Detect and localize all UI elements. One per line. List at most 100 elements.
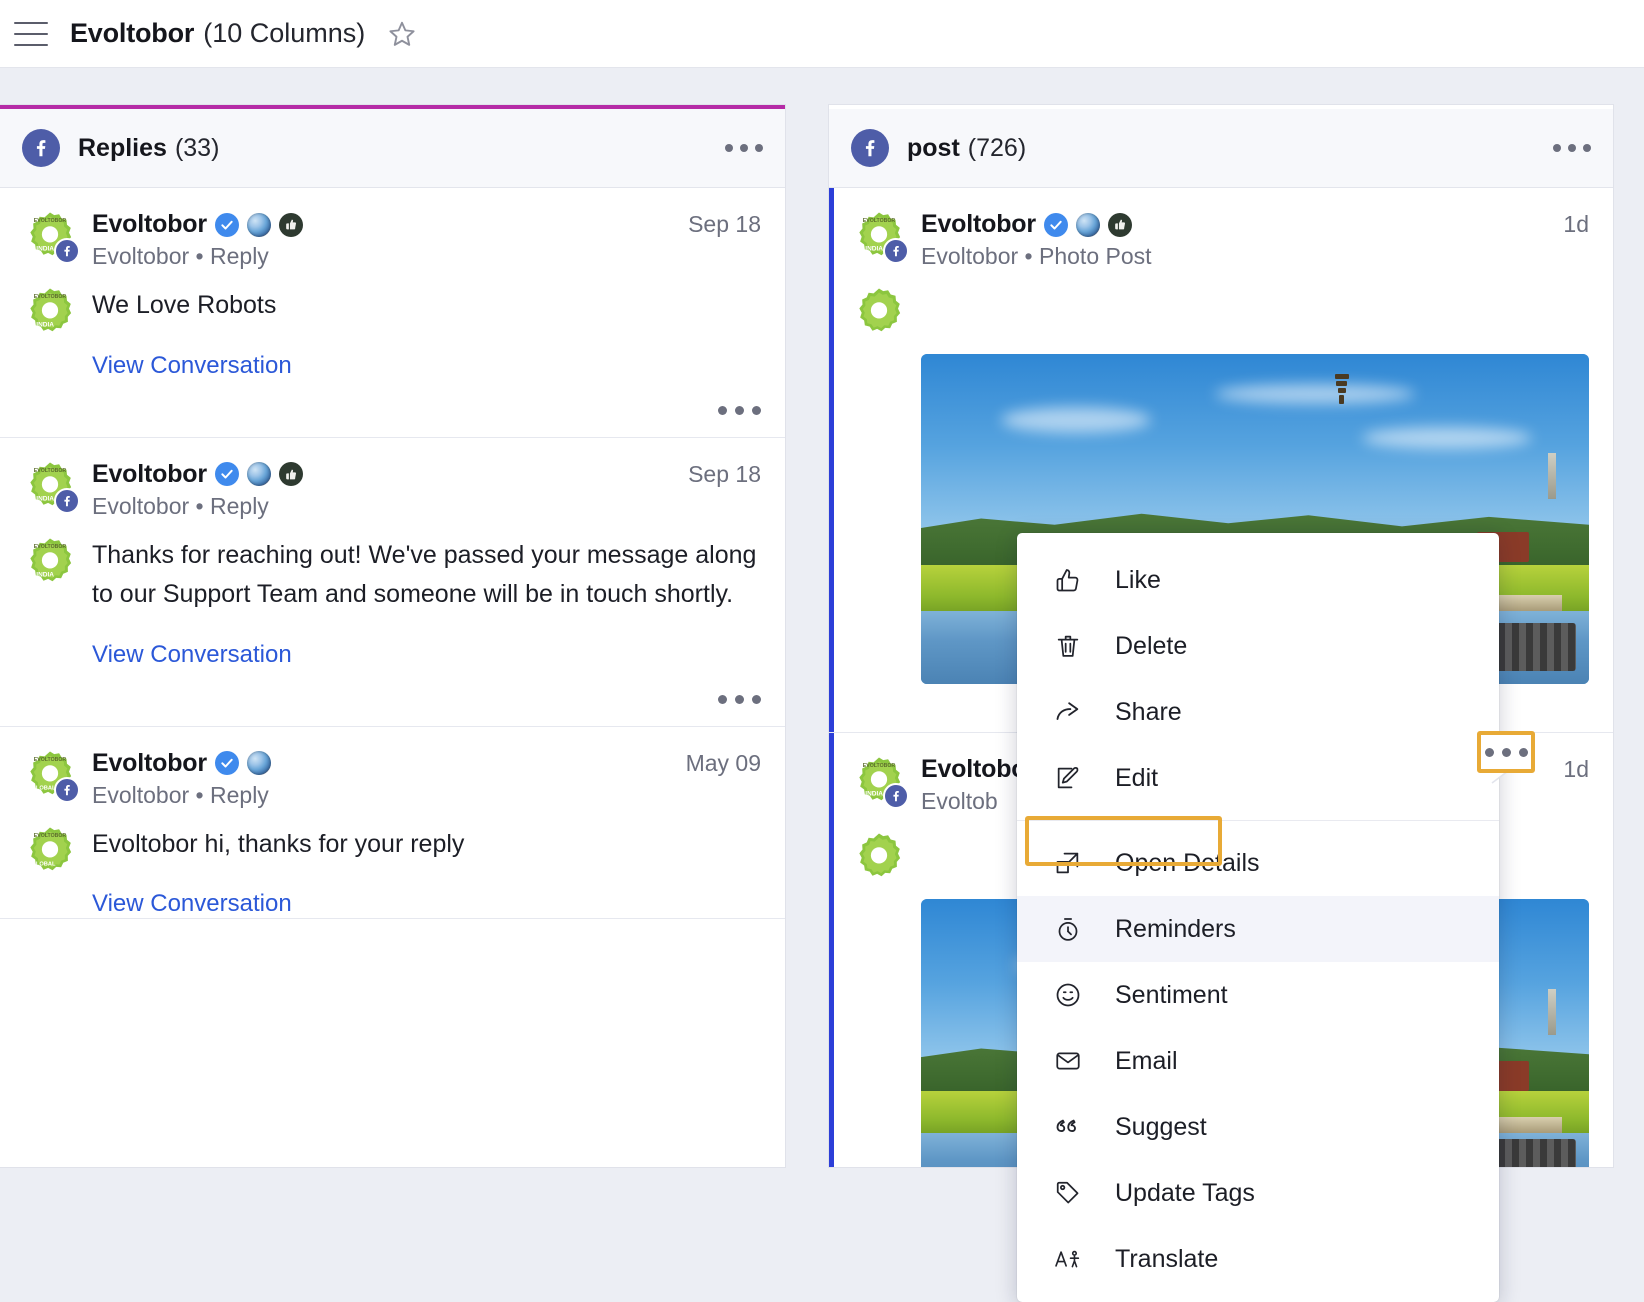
page-title: Evoltobor <box>70 18 195 48</box>
message-avatar: EVOLTOBOR INDIA <box>24 536 76 669</box>
gear-icon: EVOLTOBOR GLOBAL <box>30 826 72 870</box>
gear-icon <box>859 288 901 332</box>
menu-divider <box>1017 820 1499 821</box>
thumbs-up-icon <box>1051 563 1085 597</box>
facebook-icon <box>22 129 60 167</box>
evoltobor-gear-avatar: EVOLTOBOR INDIA <box>853 210 909 264</box>
timestamp: Sep 18 <box>688 460 761 487</box>
menu-item-email[interactable]: Email <box>1017 1028 1499 1094</box>
message-avatar: EVOLTOBOR INDIA <box>24 286 76 380</box>
facebook-icon <box>54 487 80 514</box>
share-arrow-icon <box>1051 695 1085 729</box>
post-more-options-button-highlighted[interactable] <box>1477 731 1535 773</box>
menu-item-update-tags[interactable]: Update Tags <box>1017 1160 1499 1226</box>
menu-item-share[interactable]: Share <box>1017 679 1499 745</box>
menu-item-label: Email <box>1115 1046 1178 1075</box>
envelope-icon <box>1051 1044 1085 1078</box>
thumb-badge-icon <box>1107 212 1132 237</box>
gear-icon <box>859 833 901 877</box>
menu-item-label: Delete <box>1115 631 1188 660</box>
verified-badge-icon <box>1043 212 1068 237</box>
facebook-icon <box>54 238 80 264</box>
thumb-badge-icon <box>278 462 303 486</box>
svg-text:INDIA: INDIA <box>36 571 54 578</box>
list-item[interactable]: EVOLTOBOR INDIA Evoltobor <box>0 188 785 438</box>
list-item[interactable]: EVOLTOBOR GLOBAL Evoltobor May 09 Evolto… <box>0 726 785 919</box>
menu-item-label: Like <box>1115 565 1161 594</box>
facebook-icon <box>851 129 889 167</box>
menu-item-open-details[interactable]: Open Details <box>1017 830 1499 896</box>
column-count: (726) <box>967 133 1027 162</box>
menu-item-reminders[interactable]: Reminders <box>1017 896 1499 962</box>
facebook-icon <box>883 783 909 809</box>
hamburger-icon[interactable] <box>14 21 48 46</box>
svg-text:EVOLTOBOR: EVOLTOBOR <box>34 833 67 839</box>
message-avatar: EVOLTOBOR GLOBAL <box>24 825 76 919</box>
svg-text:EVOLTOBOR: EVOLTOBOR <box>34 218 67 224</box>
menu-item-translate[interactable]: Translate <box>1017 1226 1499 1292</box>
star-icon[interactable] <box>387 19 417 49</box>
message-avatar <box>853 286 905 338</box>
menu-item-like[interactable]: Like <box>1017 547 1499 613</box>
list-item[interactable]: EVOLTOBOR INDIA Evoltobor <box>0 437 785 727</box>
menu-item-label: Suggest <box>1115 1112 1207 1141</box>
svg-text:EVOLTOBOR: EVOLTOBOR <box>34 294 67 300</box>
pencil-edit-icon <box>1051 761 1085 795</box>
globe-badge-icon <box>246 462 271 486</box>
avatar-region-label: INDIA <box>36 246 54 253</box>
menu-item-label: Reminders <box>1115 914 1236 943</box>
view-conversation-link[interactable]: View Conversation <box>92 890 292 918</box>
menu-item-label: Open Details <box>1115 848 1260 877</box>
column-header-replies: Replies (33) <box>0 109 785 188</box>
verified-badge-icon <box>214 212 239 237</box>
column-more-options-icon[interactable] <box>725 144 763 152</box>
menu-item-label: Sentiment <box>1115 980 1228 1009</box>
gear-icon: EVOLTOBOR INDIA <box>30 288 72 332</box>
menu-item-delete[interactable]: Delete <box>1017 613 1499 679</box>
post-meta: Evoltobor • Photo Post <box>921 243 1152 269</box>
gear-icon: EVOLTOBOR INDIA <box>30 537 72 581</box>
message-avatar <box>853 831 905 883</box>
thumb-badge-icon <box>278 212 303 237</box>
more-options-icon[interactable] <box>718 405 761 415</box>
message-text: Evoltobor hi, thanks for your reply <box>92 829 465 858</box>
message-text: We Love Robots <box>92 291 277 319</box>
column-more-options-icon[interactable] <box>1553 144 1591 152</box>
stopwatch-icon <box>1051 912 1085 946</box>
avatar-region-label: GLOBAL <box>32 785 56 791</box>
svg-text:EVOLTOBOR: EVOLTOBOR <box>34 757 67 763</box>
author-name: Evoltobor <box>92 459 207 488</box>
svg-text:INDIA: INDIA <box>36 322 54 329</box>
avatar-region-label: INDIA <box>865 246 883 253</box>
menu-item-suggest[interactable]: Suggest <box>1017 1094 1499 1160</box>
menu-item-edit[interactable]: Edit <box>1017 745 1499 811</box>
globe-badge-icon <box>246 212 271 237</box>
menu-item-label: Edit <box>1115 763 1159 792</box>
more-options-icon[interactable] <box>718 694 761 704</box>
svg-text:EVOLTOBOR: EVOLTOBOR <box>34 544 67 550</box>
view-conversation-link[interactable]: View Conversation <box>92 352 292 380</box>
tag-icon <box>1051 1176 1085 1210</box>
menu-item-label: Share <box>1115 697 1182 726</box>
view-conversation-link[interactable]: View Conversation <box>92 641 292 669</box>
globe-badge-icon <box>1075 212 1100 237</box>
svg-text:EVOLTOBOR: EVOLTOBOR <box>34 468 67 474</box>
globe-badge-icon <box>246 751 271 775</box>
timestamp: Sep 18 <box>688 211 761 237</box>
column-count: (33) <box>174 133 220 162</box>
author-name: Evoltobor <box>92 748 207 777</box>
author-name: Evoltobor <box>92 210 207 238</box>
page-title-subtext: (10 Columns) <box>203 18 366 48</box>
avatar-region-label: INDIA <box>36 495 54 502</box>
post-meta: Evoltobor • Reply <box>92 243 269 269</box>
evoltobor-gear-avatar: EVOLTOBOR GLOBAL <box>24 749 80 803</box>
svg-text:EVOLTOBOR: EVOLTOBOR <box>863 218 896 224</box>
evoltobor-gear-avatar: EVOLTOBOR INDIA <box>24 460 80 514</box>
menu-item-sentiment[interactable]: Sentiment <box>1017 962 1499 1028</box>
smiley-face-icon <box>1051 978 1085 1012</box>
avatar-region-label: INDIA <box>865 791 883 798</box>
open-details-icon <box>1051 846 1085 880</box>
context-menu: Like Delete Share Edit Open Details Remi… <box>1017 533 1499 1302</box>
verified-badge-icon <box>214 751 239 775</box>
column-replies: Replies (33) EVOLTOBOR INDIA Evoltobor S… <box>0 104 786 1168</box>
